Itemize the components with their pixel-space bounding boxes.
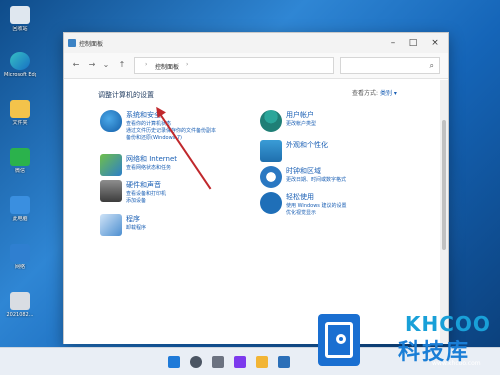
recycle-bin-icon <box>10 6 30 24</box>
watermark-logo <box>318 314 360 366</box>
category-title[interactable]: 时钟和区域 <box>286 166 321 176</box>
search-icon[interactable] <box>190 356 202 368</box>
desktop-icon-recycle-bin[interactable]: 回收站 <box>4 6 36 32</box>
forward-arrow-icon[interactable]: → <box>86 59 98 71</box>
control-panel-window: 控制面板 – □ × ← → ⌄ ↑ › 控制面板 › ⌄ ↻ ⌕ 调整计算机的… <box>63 32 449 344</box>
close-button[interactable]: × <box>428 36 442 50</box>
desktop-icon-network[interactable]: 网络 <box>4 244 36 270</box>
category-title[interactable]: 网络和 Internet <box>126 154 177 164</box>
network-icon <box>10 244 30 262</box>
user-icon <box>260 110 282 132</box>
desktop-icon-folder[interactable]: 文件夹 <box>4 100 36 126</box>
desktop-icon-label: 2021082... <box>6 312 34 318</box>
view-by-label: 查看方式: <box>352 90 379 97</box>
maximize-button[interactable]: □ <box>406 36 420 50</box>
category-title[interactable]: 用户帐户 <box>286 110 314 120</box>
desktop-icon-label: 此电脑 <box>12 216 28 222</box>
clock-icon <box>260 166 282 188</box>
programs-icon <box>100 214 122 236</box>
view-by-value: 类别 <box>379 90 392 97</box>
address-chevron-icon: › <box>145 61 148 68</box>
task-view-icon[interactable] <box>212 356 224 368</box>
edge-icon <box>10 52 30 70</box>
category-title[interactable]: 程序 <box>126 214 140 224</box>
desktop-icon-wechat[interactable]: 微信 <box>4 148 36 174</box>
view-by-selector[interactable]: 查看方式: 类别 ▾ <box>352 88 397 97</box>
category-link[interactable]: 更改日期、时间或数字格式 <box>286 176 346 183</box>
category-link[interactable]: 优化视觉显示 <box>286 209 316 216</box>
scrollbar-thumb[interactable] <box>442 120 446 250</box>
category-title[interactable]: 硬件和声音 <box>126 180 161 190</box>
watermark-logo-magnifier-icon <box>336 334 346 344</box>
category-title[interactable]: 轻松使用 <box>286 192 314 202</box>
category-link[interactable]: 更改帐户类型 <box>286 120 316 127</box>
desktop-icon-label: 微信 <box>14 168 25 174</box>
display-icon <box>260 140 282 162</box>
category-link[interactable]: 使用 Windows 建议的设置 <box>286 202 347 209</box>
search-icon: ⌕ <box>429 61 434 70</box>
address-separator-icon: › <box>186 61 189 68</box>
category-link[interactable]: 添加设备 <box>126 197 146 204</box>
control-panel-content: 调整计算机的设置 查看方式: 类别 ▾ 系统和安全 查看你的计算机状态 通过文件… <box>64 80 442 344</box>
desktop-icon-label: 回收站 <box>12 26 28 32</box>
search-input[interactable]: ⌕ <box>340 57 440 74</box>
view-by-dropdown-icon: ▾ <box>393 90 397 97</box>
widgets-icon[interactable] <box>234 356 246 368</box>
control-panel-taskbar-icon[interactable] <box>278 356 290 368</box>
category-link[interactable]: 查看设备和打印机 <box>126 190 166 197</box>
page-heading: 调整计算机的设置 <box>98 91 154 99</box>
navigation-bar: ← → ⌄ ↑ › 控制面板 › ⌄ ↻ ⌕ <box>64 53 448 79</box>
file-explorer-icon[interactable] <box>256 356 268 368</box>
control-panel-icon <box>68 39 76 47</box>
category-link[interactable]: 卸载程序 <box>126 224 146 231</box>
address-bar[interactable]: › 控制面板 › ⌄ ↻ <box>134 57 401 75</box>
window-title: 控制面板 <box>79 41 104 48</box>
desktop-icon-edge[interactable]: Microsoft Edge <box>4 52 36 78</box>
back-arrow-icon[interactable]: ← <box>70 59 82 71</box>
desktop-icon-label: 网络 <box>14 264 25 270</box>
desktop-icon-image-file[interactable]: 2021082... <box>4 292 36 318</box>
watermark-logo-book-icon <box>325 322 353 358</box>
start-icon[interactable] <box>168 356 180 368</box>
watermark-url: www.khcoo.com <box>432 360 481 367</box>
network-icon <box>100 154 122 176</box>
accessibility-icon <box>260 192 282 214</box>
minimize-button[interactable]: – <box>386 36 400 50</box>
recent-chevron-icon[interactable]: ⌄ <box>100 59 112 71</box>
watermark-brand: KHCOO <box>405 312 491 336</box>
vertical-scrollbar[interactable] <box>440 80 448 344</box>
desktop-icon-label: Microsoft Edge <box>4 72 36 78</box>
up-arrow-icon[interactable]: ↑ <box>116 59 128 71</box>
printer-icon <box>100 180 122 202</box>
category-link[interactable]: 查看网络状态和任务 <box>126 164 171 171</box>
category-title[interactable]: 外观和个性化 <box>286 140 328 150</box>
wechat-icon <box>10 148 30 166</box>
desktop-icon-label: 文件夹 <box>12 120 28 126</box>
image-file-icon <box>10 292 30 310</box>
folder-icon <box>10 100 30 118</box>
desktop-icon-computer[interactable]: 此电脑 <box>4 196 36 222</box>
title-bar[interactable]: 控制面板 – □ × <box>64 33 448 53</box>
address-text: 控制面板 <box>155 64 180 71</box>
computer-icon <box>10 196 30 214</box>
shield-icon <box>100 110 122 132</box>
